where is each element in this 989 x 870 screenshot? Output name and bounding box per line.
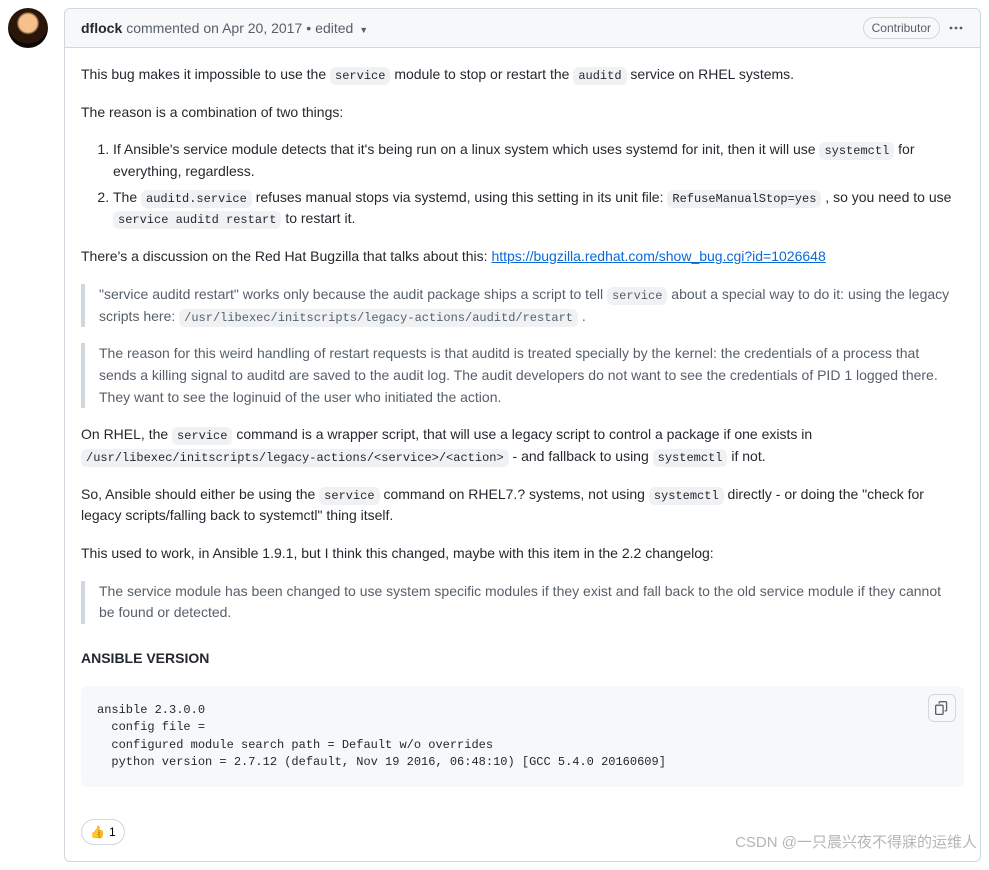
paragraph: This used to work, in Ansible 1.9.1, but… [81,543,964,565]
commented-text: commented [126,20,199,36]
text: , so you need to use [821,189,951,205]
list-item: If Ansible's service module detects that… [113,139,964,182]
comment-header: dflock commented on Apr 20, 2017 • edite… [65,9,980,48]
text: module to stop or restart the [390,66,573,82]
comment-container: dflock commented on Apr 20, 2017 • edite… [8,8,981,862]
bugzilla-link[interactable]: https://bugzilla.redhat.com/show_bug.cgi… [491,248,825,264]
inline-code: systemctl [649,487,724,505]
blockquote: The service module has been changed to u… [81,581,964,624]
text: This bug makes it impossible to use the [81,66,330,82]
inline-code: /usr/libexec/initscripts/legacy-actions/… [81,449,509,467]
ordered-list: If Ansible's service module detects that… [81,139,964,230]
section-heading: ANSIBLE VERSION [81,648,964,670]
blockquote: The reason for this weird handling of re… [81,343,964,408]
inline-code: systemctl [653,449,728,467]
text: There's a discussion on the Red Hat Bugz… [81,248,491,264]
paragraph: There's a discussion on the Red Hat Bugz… [81,246,964,268]
inline-code: service [607,287,667,305]
reaction-count: 1 [109,825,116,839]
text: command is a wrapper script, that will u… [232,426,812,442]
reactions-bar: 👍 1 [65,819,980,861]
text: The [113,189,141,205]
author-link[interactable]: dflock [81,20,122,36]
header-left: dflock commented on Apr 20, 2017 • edite… [81,20,368,36]
caret-down-icon: ▼ [359,25,368,35]
kebab-menu-icon[interactable] [948,20,964,36]
text: refuses manual stops via systemd, using … [252,189,668,205]
separator: • [306,20,311,36]
paragraph: This bug makes it impossible to use the … [81,64,964,86]
edited-label: edited [315,20,353,36]
paragraph: The reason is a combination of two thing… [81,102,964,124]
code-text: ansible 2.3.0.0 config file = configured… [97,703,666,769]
text: command on RHEL7.? systems, not using [380,486,649,502]
list-item: The auditd.service refuses manual stops … [113,187,964,230]
header-right: Contributor [863,17,964,39]
thumbs-up-reaction[interactable]: 👍 1 [81,819,125,845]
comment-box: dflock commented on Apr 20, 2017 • edite… [64,8,981,862]
text: The service module has been changed to u… [99,581,950,624]
code-block: ansible 2.3.0.0 config file = configured… [81,686,964,788]
inline-code: RefuseManualStop=yes [667,190,821,208]
timestamp-link[interactable]: on Apr 20, 2017 [203,20,302,36]
text: If Ansible's service module detects that… [113,141,819,157]
text: to restart it. [281,210,355,226]
text: The reason for this weird handling of re… [99,343,950,408]
inline-code: service [172,427,232,445]
avatar[interactable] [8,8,48,48]
copy-icon [935,701,949,715]
edited-dropdown[interactable]: edited ▼ [315,20,368,36]
paragraph: So, Ansible should either be using the s… [81,484,964,527]
inline-code: auditd [573,67,626,85]
contributor-badge: Contributor [863,17,940,39]
blockquote: "service auditd restart" works only beca… [81,284,964,327]
inline-code: service auditd restart [113,211,281,229]
text: On RHEL, the [81,426,172,442]
text: "service auditd restart" works only beca… [99,286,607,302]
inline-code: service [319,487,379,505]
inline-code: /usr/libexec/initscripts/legacy-actions/… [179,309,578,327]
thumbs-up-icon: 👍 [90,825,105,839]
text: - and fallback to using [509,448,653,464]
text: if not. [727,448,765,464]
text: . [578,308,586,324]
paragraph: On RHEL, the service command is a wrappe… [81,424,964,467]
comment-body: This bug makes it impossible to use the … [65,48,980,819]
text: service on RHEL systems. [627,66,795,82]
text: So, Ansible should either be using the [81,486,319,502]
inline-code: systemctl [819,142,894,160]
copy-button[interactable] [928,694,956,722]
inline-code: auditd.service [141,190,252,208]
inline-code: service [330,67,390,85]
